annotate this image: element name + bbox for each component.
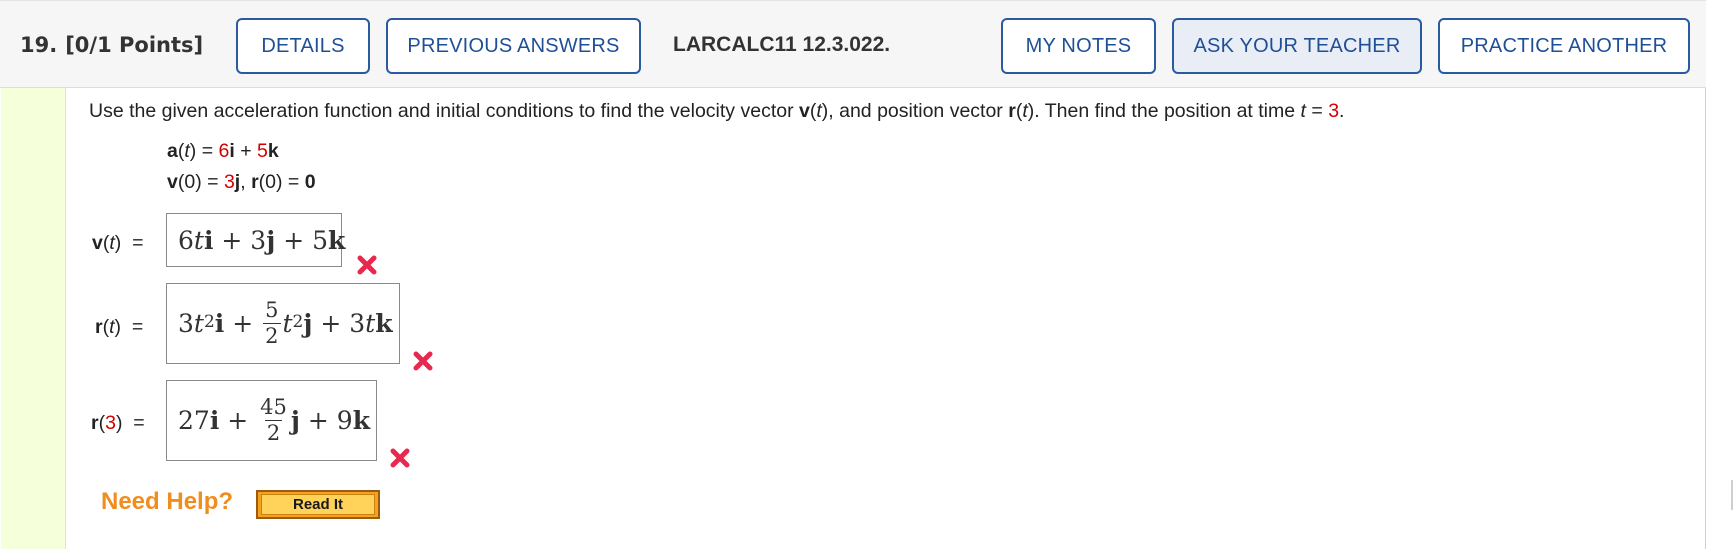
fraction-numerator: 5 [265,298,279,322]
term: 9 [336,406,353,435]
t-variable: t [109,316,115,338]
prompt-text: ). Then find the position at time [1027,100,1301,122]
position-answer-label: r(t) = [95,316,144,338]
prompt-position-symbol: r [1008,100,1016,122]
ask-your-teacher-button[interactable]: ASK YOUR TEACHER [1172,18,1422,74]
accel-i-coefficient: 6 [218,140,230,162]
term: + [213,225,251,255]
given-acceleration: a(t) = 6i + 5k [167,140,279,162]
details-button[interactable]: DETAILS [236,18,370,74]
term: j [290,406,300,435]
points-label: [0/1 Points] [65,33,204,57]
term: i [203,225,214,255]
fraction: 52 [263,298,281,348]
v0-arg: 0 [184,171,196,193]
term: t [282,309,293,338]
position-answer-field[interactable]: 3t2i + 52t2j + 3tk [166,283,400,364]
time-value: 3 [105,412,116,434]
fraction-numerator: 45 [260,395,287,419]
term: + [224,309,262,338]
r0-value: 0 [304,171,316,193]
position-symbol: r [95,316,103,338]
t-variable: t [184,140,190,162]
fraction-denominator: 2 [264,420,283,445]
unit-j: j [234,171,241,193]
term: 5 [312,225,328,255]
incorrect-x-icon [390,448,410,468]
unit-k: k [267,140,279,162]
practice-another-button[interactable]: PRACTICE ANOTHER [1438,18,1690,74]
term: i [209,406,220,435]
accel-k-coefficient: 5 [257,140,268,162]
term: k [352,406,371,435]
fraction-denominator: 2 [263,323,281,348]
term: i [214,309,225,338]
question-number-label: 19. [20,33,58,57]
term: 3 [349,309,366,338]
prompt-text: Use the given acceleration function and … [89,100,799,122]
previous-answers-button[interactable]: PREVIOUS ANSWERS [386,18,641,74]
term: + [312,309,350,338]
term: 3 [178,309,194,338]
term: j [266,225,276,255]
r0-arg: 0 [265,171,277,193]
velocity-symbol: v [167,171,178,193]
term: 27 [178,406,210,435]
scrollbar-edge[interactable] [1731,480,1733,510]
term: k [328,225,346,255]
read-it-button[interactable]: Read It [256,490,380,519]
term: 3 [250,225,267,255]
v0-j-coefficient: 3 [223,171,235,193]
prompt-period: . [1339,100,1345,122]
term: 6 [178,225,194,255]
position-symbol: r [251,171,259,193]
prompt-text: ), and position vector [821,100,1009,122]
term: t [193,225,204,255]
velocity-answer-label: v(t) = [92,232,144,254]
question-prompt: Use the given acceleration function and … [89,100,1345,122]
fraction: 45 2 [258,397,289,444]
status-gutter [1,88,66,549]
position-symbol: r [91,412,99,434]
incorrect-x-icon [413,351,433,371]
position-at-3-answer-label: r(3) = [91,412,145,434]
question-panel: 19. [0/1 Points] DETAILS PREVIOUS ANSWERS… [0,0,1706,549]
read-it-label: Read It [261,494,375,515]
velocity-symbol: v [92,232,103,254]
term: j [303,309,313,338]
term: + [275,225,313,255]
problem-code: LARCALC11 12.3.022. [673,33,891,56]
given-initial-conditions: v(0) = 3j, r(0) = 0 [167,171,316,193]
my-notes-button[interactable]: MY NOTES [1001,18,1156,74]
term: 2 [292,311,304,332]
incorrect-x-icon [357,255,377,275]
term: + [299,406,337,435]
prompt-time-value: 3 [1328,100,1340,122]
need-help-label: Need Help? [101,488,234,515]
unit-i: i [229,140,235,162]
term: + [219,406,257,435]
term: k [375,309,393,338]
prompt-velocity-symbol: v [799,100,810,122]
t-variable: t [109,232,115,254]
question-number: 19. [0/1 Points] [20,33,203,57]
position-at-3-answer-field[interactable]: 27 i + 45 2 j + 9k [166,380,377,461]
term: 2 [203,311,215,332]
term: t [193,309,204,338]
question-header: 19. [0/1 Points] DETAILS PREVIOUS ANSWERS… [0,0,1706,88]
term: t [365,309,376,338]
velocity-answer-field[interactable]: 6ti + 3j + 5k [166,213,346,267]
accel-symbol: a [167,140,178,162]
prompt-equals: = [1305,100,1329,122]
